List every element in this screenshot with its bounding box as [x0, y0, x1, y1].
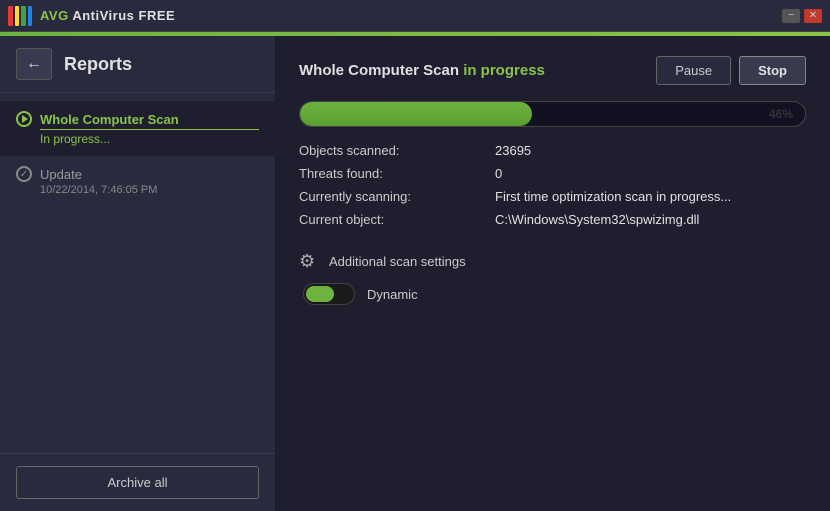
sidebar-title: Reports: [64, 54, 132, 75]
play-triangle: [22, 115, 28, 123]
minimize-button[interactable]: −: [782, 9, 800, 23]
currently-scanning-label: Currently scanning:: [299, 189, 479, 204]
threats-found-label: Threats found:: [299, 166, 479, 181]
main-layout: ← Reports Whole Computer Scan In progres…: [0, 36, 830, 511]
app-title: AVG AntiVirus FREE: [40, 8, 175, 23]
sidebar: ← Reports Whole Computer Scan In progres…: [0, 36, 275, 511]
check-circle: ✓: [16, 166, 32, 182]
dynamic-label: Dynamic: [367, 287, 418, 302]
toggle-fill: [306, 286, 334, 302]
current-object-label: Current object:: [299, 212, 479, 227]
sidebar-header: ← Reports: [0, 36, 275, 93]
logo-red: [8, 6, 13, 26]
content-area: Whole Computer Scan in progress Pause St…: [275, 36, 830, 511]
title-bar-left: AVG AntiVirus FREE: [8, 6, 175, 26]
stats-grid: Objects scanned: 23695 Threats found: 0 …: [299, 143, 806, 227]
scan-item-name: Whole Computer Scan: [40, 112, 179, 127]
play-circle: [16, 111, 32, 127]
update-item-date: 10/22/2014, 7:46:05 PM: [40, 184, 259, 196]
progress-fill: [300, 102, 532, 126]
scan-title-status: in progress: [463, 62, 545, 79]
sidebar-item-update[interactable]: ✓ Update 10/22/2014, 7:46:05 PM: [0, 156, 275, 206]
pause-button[interactable]: Pause: [656, 56, 731, 85]
dynamic-toggle[interactable]: [303, 283, 355, 305]
settings-section: ⚙ Additional scan settings Dynamic: [299, 251, 806, 305]
scan-item-status: In progress...: [40, 132, 259, 146]
objects-scanned-value: 23695: [495, 143, 806, 158]
logo-blue: [28, 6, 33, 26]
sidebar-items: Whole Computer Scan In progress... ✓ Upd…: [0, 93, 275, 453]
objects-scanned-label: Objects scanned:: [299, 143, 479, 158]
scan-title: Whole Computer Scan in progress: [299, 62, 545, 79]
logo-green: [21, 6, 26, 26]
check-icon: ✓: [16, 166, 32, 182]
sidebar-item-whole-computer-scan[interactable]: Whole Computer Scan In progress...: [0, 101, 275, 156]
content-header: Whole Computer Scan in progress Pause St…: [299, 56, 806, 85]
title-controls: − ✕: [782, 9, 822, 23]
logo-yellow: [15, 6, 20, 26]
stop-button[interactable]: Stop: [739, 56, 806, 85]
update-item-name: Update: [40, 167, 82, 182]
currently-scanning-value: First time optimization scan in progress…: [495, 189, 806, 204]
sidebar-footer: Archive all: [0, 453, 275, 511]
additional-settings-label: Additional scan settings: [329, 254, 466, 269]
play-icon: [16, 111, 32, 127]
additional-settings-row[interactable]: ⚙ Additional scan settings: [299, 251, 806, 271]
item-underline: [40, 129, 259, 130]
progress-bar-container: 46%: [299, 101, 806, 127]
avg-logo: [8, 6, 32, 26]
sidebar-item-header-2: ✓ Update: [16, 166, 259, 182]
progress-label: 46%: [769, 107, 793, 121]
dynamic-toggle-row: Dynamic: [303, 283, 806, 305]
gear-icon: ⚙: [299, 251, 319, 271]
close-button[interactable]: ✕: [804, 9, 822, 23]
sidebar-item-header-1: Whole Computer Scan: [16, 111, 259, 127]
threats-found-value: 0: [495, 166, 806, 181]
scan-title-text: Whole Computer Scan: [299, 62, 463, 79]
archive-all-button[interactable]: Archive all: [16, 466, 259, 499]
header-buttons: Pause Stop: [656, 56, 806, 85]
title-bar: AVG AntiVirus FREE − ✕: [0, 0, 830, 32]
back-button[interactable]: ←: [16, 48, 52, 80]
current-object-value: C:\Windows\System32\spwizimg.dll: [495, 212, 806, 227]
